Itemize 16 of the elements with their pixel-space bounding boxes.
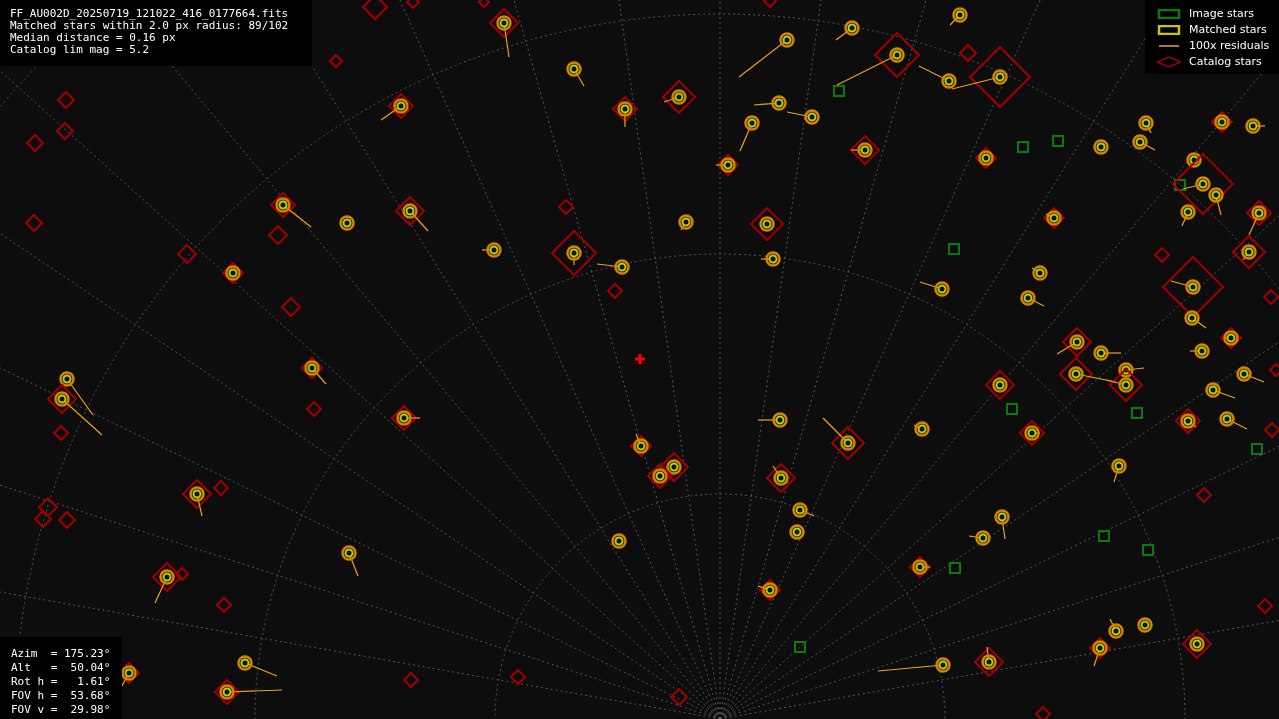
legend-label: Image stars	[1189, 5, 1254, 22]
legend-label: 100x residuals	[1189, 37, 1270, 54]
pointing-text: FOV h = 53.68°	[11, 689, 111, 703]
legend-label: Catalog stars	[1189, 53, 1262, 70]
info-text: FF_AU002D_20250719_121022_416_0177664.fits	[10, 8, 289, 20]
info-text: Catalog lim mag = 5.2	[10, 44, 150, 56]
pointing-text: Rot h = 1.61°	[11, 675, 111, 689]
matched-star-marker-icon	[1157, 25, 1181, 35]
pointing-text: Azim = 175.23°	[11, 647, 111, 661]
pointing-text: Alt = 50.04°	[11, 661, 111, 675]
info-text: Matched stars within 2.0 px radius: 89/102	[10, 20, 289, 32]
legend-label: Matched stars	[1189, 21, 1267, 38]
diamond-icon	[1157, 57, 1181, 67]
info-text: Median distance = 0.16 px	[10, 32, 176, 44]
pointing-text: FOV v = 29.98°	[11, 703, 111, 717]
image-star-marker-icon	[1157, 9, 1181, 19]
